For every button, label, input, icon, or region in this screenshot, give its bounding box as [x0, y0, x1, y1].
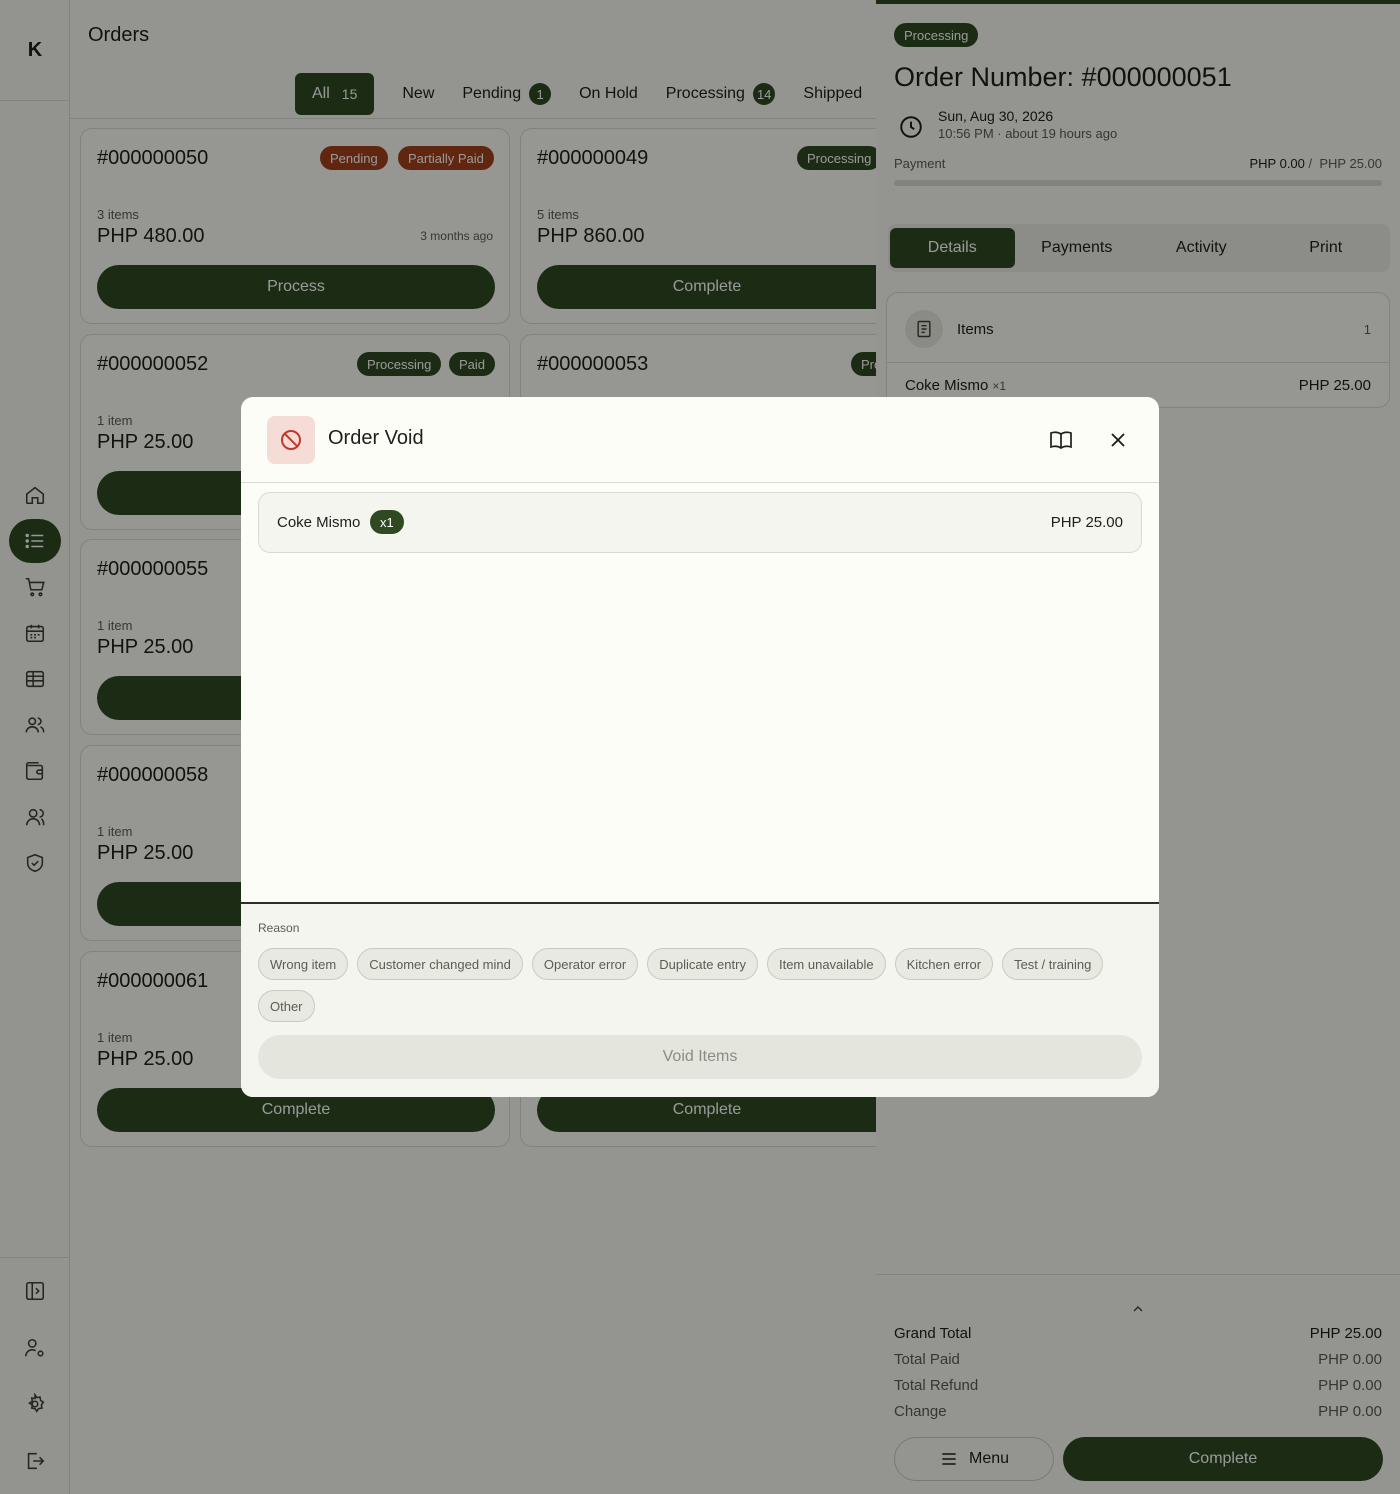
book-icon[interactable] [1049, 428, 1073, 452]
void-line-item[interactable]: Coke Mismo x1 PHP 25.00 [258, 492, 1142, 553]
reason-chip-test-training[interactable]: Test / training [1002, 948, 1104, 980]
order-void-modal: Order Void Coke Mismo x1 PHP 25.00 Reaso… [241, 397, 1159, 1097]
reason-chip-wrong-item[interactable]: Wrong item [258, 948, 349, 980]
reason-chip-customer-changed-mind[interactable]: Customer changed mind [357, 948, 523, 980]
reason-label: Reason [258, 921, 300, 935]
reason-chip-other[interactable]: Other [258, 990, 315, 1022]
close-icon[interactable] [1106, 428, 1130, 452]
reason-chip-operator-error[interactable]: Operator error [531, 948, 639, 980]
void-reason-section: Reason Wrong item Customer changed mind … [241, 904, 1159, 1097]
ban-icon [267, 416, 315, 464]
reason-chips: Wrong item Customer changed mind Operato… [258, 948, 1142, 1022]
reason-chip-duplicate-entry[interactable]: Duplicate entry [647, 948, 758, 980]
void-item-qty-badge: x1 [370, 510, 404, 534]
modal-title: Order Void [328, 427, 424, 449]
void-item-price: PHP 25.00 [1050, 514, 1123, 531]
void-items-button[interactable]: Void Items [258, 1035, 1142, 1079]
reason-chip-kitchen-error[interactable]: Kitchen error [894, 948, 994, 980]
void-item-name: Coke Mismo [277, 514, 361, 531]
reason-chip-item-unavailable[interactable]: Item unavailable [766, 948, 886, 980]
